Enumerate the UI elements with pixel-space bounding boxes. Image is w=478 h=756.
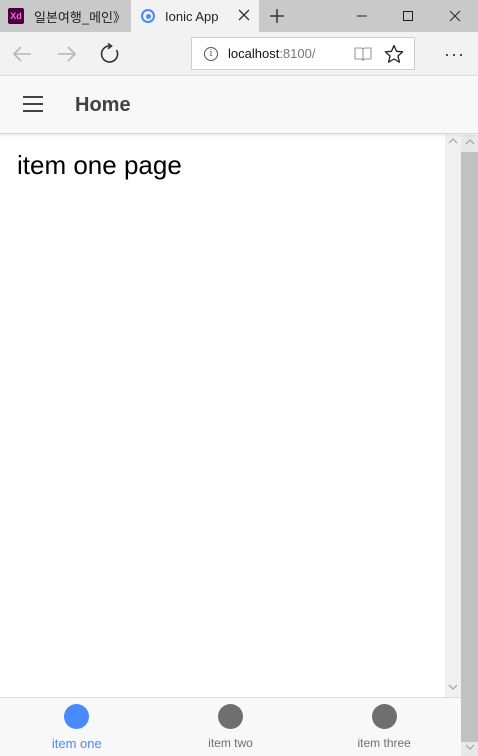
browser-tab-ionic[interactable]: Ionic App bbox=[131, 0, 259, 32]
hamburger-menu-icon[interactable] bbox=[23, 96, 43, 112]
url-host: localhost bbox=[228, 46, 280, 61]
minimize-icon bbox=[357, 15, 367, 17]
close-icon bbox=[449, 10, 461, 22]
scroll-down-arrow-icon[interactable] bbox=[448, 683, 458, 693]
app-header: Home bbox=[0, 77, 478, 134]
reading-view-icon[interactable] bbox=[354, 46, 372, 62]
ionic-favicon-icon bbox=[141, 9, 155, 23]
tab-label: item one bbox=[51, 736, 102, 751]
refresh-button[interactable] bbox=[98, 42, 122, 66]
new-tab-button[interactable] bbox=[254, 0, 300, 32]
scroll-up-arrow-icon[interactable] bbox=[465, 138, 475, 148]
back-arrow-icon bbox=[12, 46, 31, 62]
browser-tab-label: 일본여행_메인》 bbox=[34, 9, 126, 25]
page-content: item one page bbox=[0, 135, 445, 697]
browser-scrollbar[interactable] bbox=[461, 135, 478, 756]
content-scrollbar[interactable] bbox=[445, 135, 461, 697]
forward-arrow-icon bbox=[58, 46, 77, 62]
scroll-down-arrow-icon[interactable] bbox=[465, 743, 475, 753]
browser-tab-xd[interactable]: Xd 일본여행_메인》 bbox=[0, 0, 131, 32]
url-port: :8100/ bbox=[279, 46, 316, 61]
forward-button[interactable] bbox=[55, 42, 79, 66]
browser-toolbar: i localhost :8100/ ··· bbox=[0, 32, 478, 76]
close-window-button[interactable] bbox=[432, 0, 478, 32]
tab-label: item three bbox=[357, 736, 411, 750]
address-bar[interactable]: i localhost :8100/ bbox=[191, 37, 415, 70]
minimize-button[interactable] bbox=[339, 0, 385, 32]
adobe-xd-icon: Xd bbox=[8, 8, 24, 24]
back-button[interactable] bbox=[10, 42, 34, 66]
page-header-title: Home bbox=[75, 94, 131, 116]
plus-icon bbox=[270, 9, 284, 23]
tab-circle-icon bbox=[64, 704, 90, 729]
tab-item-two[interactable]: item two bbox=[154, 698, 308, 756]
browser-window: Xd 일본여행_메인》 Ionic App i localhost:8100/… bbox=[0, 0, 478, 756]
tab-label: item two bbox=[208, 736, 253, 750]
favorite-star-icon[interactable] bbox=[384, 44, 404, 64]
close-tab-icon[interactable] bbox=[237, 8, 251, 22]
scroll-up-arrow-icon[interactable] bbox=[448, 137, 458, 147]
browser-tab-label: Ionic App bbox=[165, 8, 219, 24]
maximize-icon bbox=[403, 11, 413, 21]
refresh-icon bbox=[100, 43, 119, 63]
app-tab-bar: item one item two item three bbox=[0, 697, 461, 756]
tab-item-three[interactable]: item three bbox=[307, 698, 461, 756]
maximize-button[interactable] bbox=[385, 0, 431, 32]
scrollbar-thumb[interactable] bbox=[461, 152, 478, 742]
more-options-icon[interactable]: ··· bbox=[444, 44, 468, 64]
tab-item-one[interactable]: item one bbox=[0, 698, 154, 756]
page-title: item one page bbox=[17, 150, 182, 180]
site-info-icon[interactable]: i bbox=[204, 46, 218, 61]
tab-circle-icon bbox=[218, 704, 243, 729]
browser-tab-strip: Xd 일본여행_메인》 Ionic App bbox=[0, 0, 478, 32]
tab-circle-icon bbox=[371, 704, 397, 729]
